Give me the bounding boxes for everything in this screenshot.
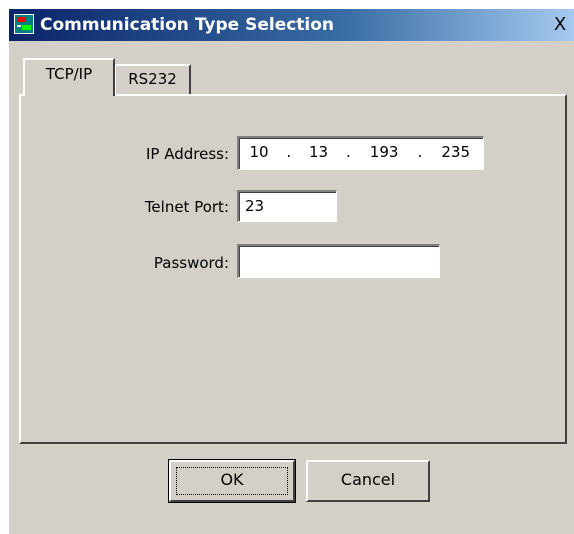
window-title: Communication Type Selection — [40, 15, 335, 35]
cancel-button[interactable]: Cancel — [306, 460, 430, 502]
focus-indicator — [176, 467, 288, 495]
ip-octet-3[interactable]: 193 — [364, 138, 404, 166]
ok-button[interactable]: OK — [168, 459, 296, 503]
communication-dialog: Communication Type Selection X TCP/IP RS… — [9, 9, 574, 534]
ip-octet-4[interactable]: 235 — [436, 138, 476, 166]
ip-octet-2[interactable]: 13 — [305, 138, 333, 166]
tab-rs232[interactable]: RS232 — [114, 64, 191, 94]
password-label: Password: — [153, 254, 229, 272]
ip-dot-2: . — [345, 143, 351, 161]
title-bar[interactable]: Communication Type Selection — [9, 9, 574, 41]
telnet-port-label: Telnet Port: — [144, 198, 229, 216]
close-button[interactable]: X — [550, 15, 570, 35]
ip-dot-3: . — [417, 143, 423, 161]
cancel-button-label: Cancel — [340, 470, 396, 489]
app-icon — [14, 14, 34, 34]
ip-address-label: IP Address: — [145, 145, 229, 163]
tcp-ip-panel: IP Address: 10 . 13 . 193 . 235 Telnet P… — [19, 94, 567, 444]
password-field[interactable] — [237, 244, 440, 278]
ip-dot-1: . — [286, 143, 292, 161]
ip-address-field[interactable]: 10 . 13 . 193 . 235 — [237, 136, 484, 170]
ip-octet-1[interactable]: 10 — [245, 138, 273, 166]
tab-tcp-ip[interactable]: TCP/IP — [23, 58, 115, 96]
telnet-port-field[interactable]: 23 — [237, 190, 337, 222]
